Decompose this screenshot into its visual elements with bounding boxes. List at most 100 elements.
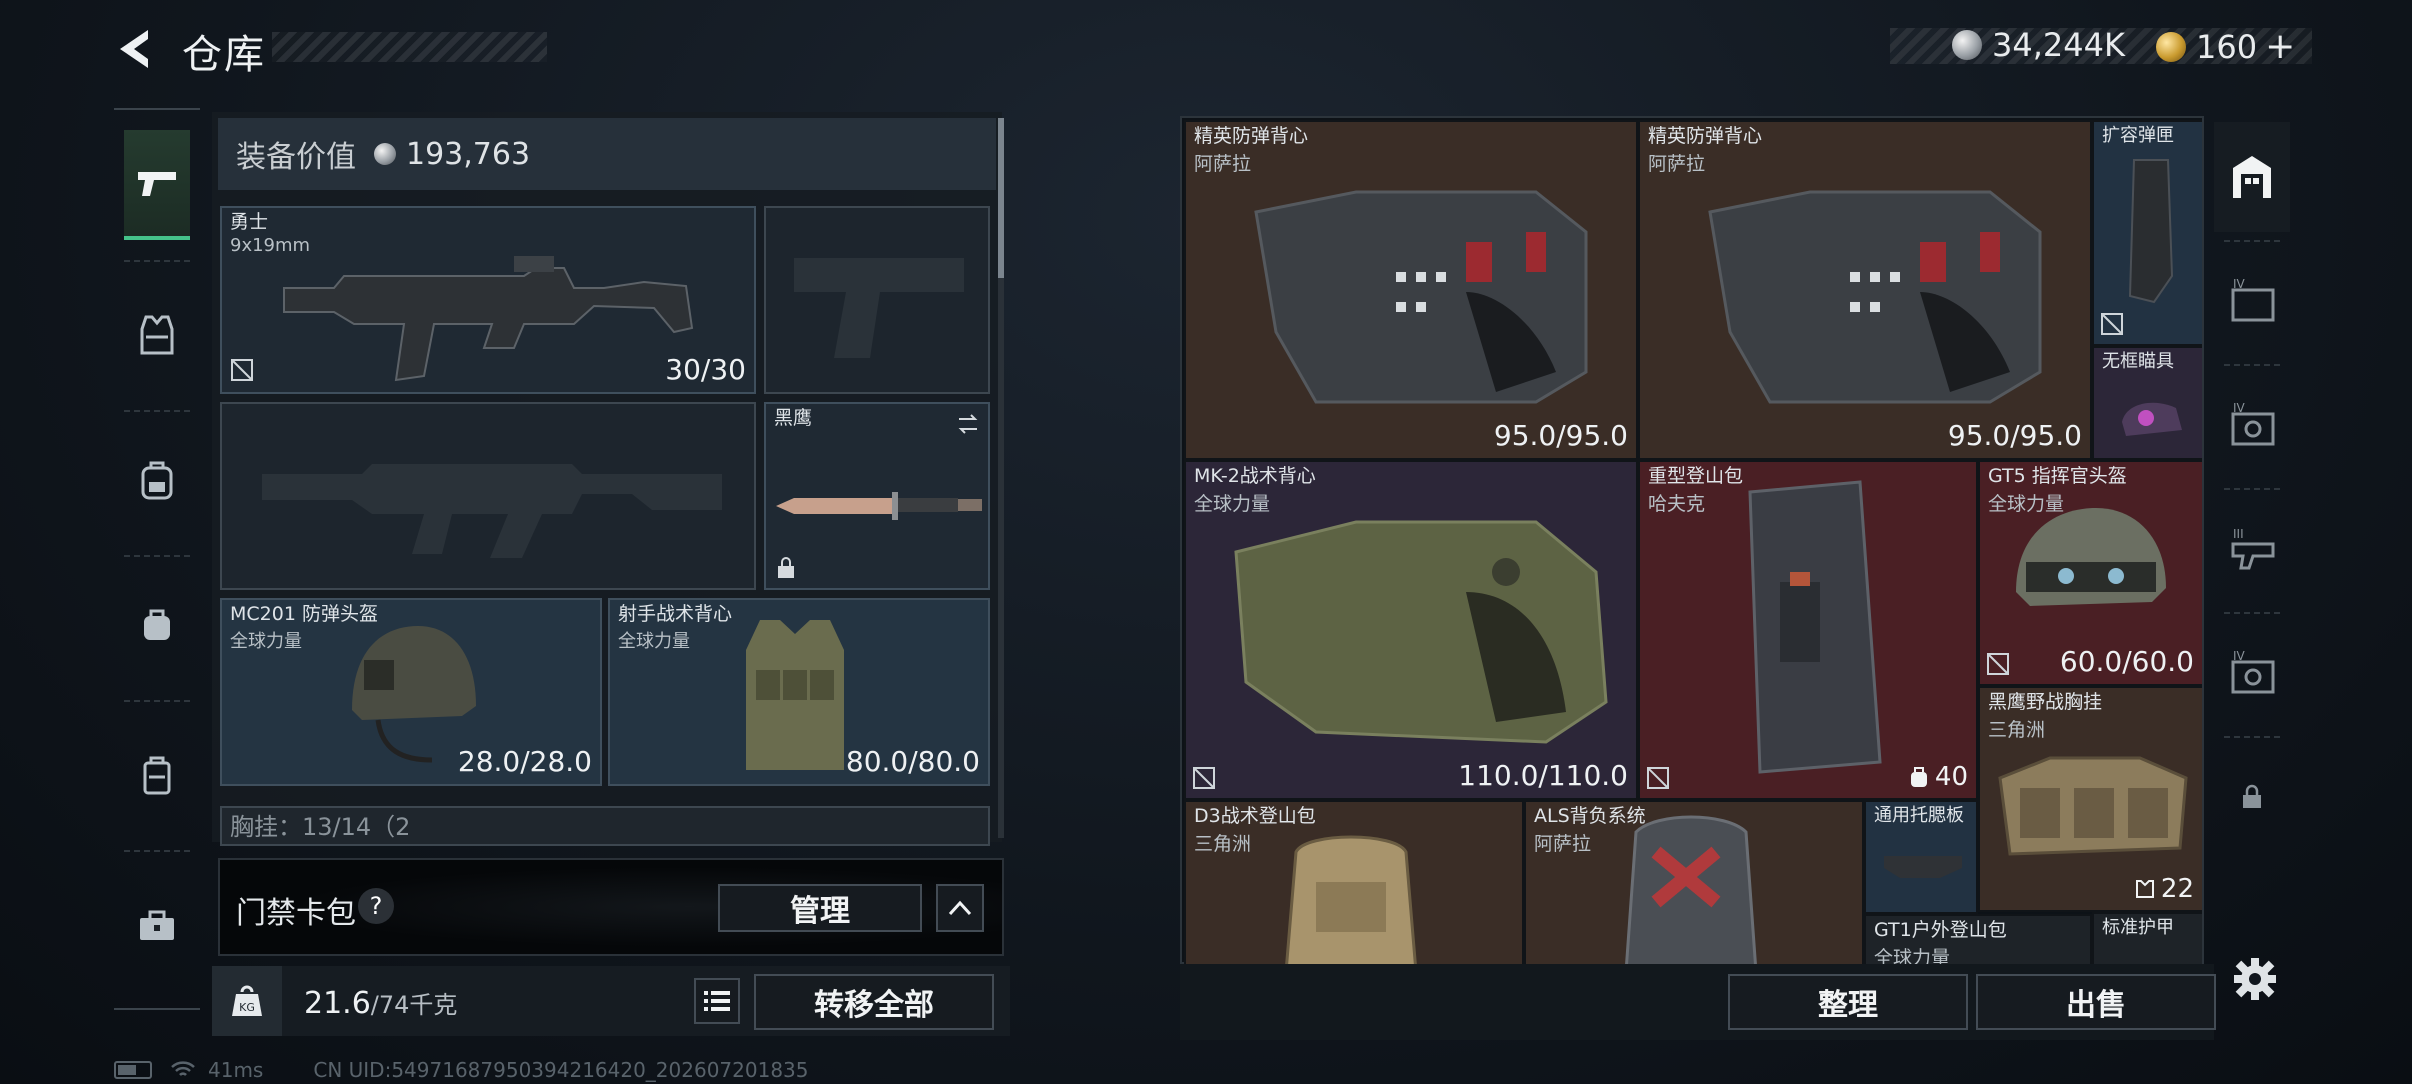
pistol-placeholder-icon	[794, 258, 964, 358]
tab-chest-rig[interactable]	[124, 570, 190, 680]
helmet-slot[interactable]: MC201 防弹头盔 全球力量 28.0/28.0	[220, 598, 602, 786]
stash-item[interactable]: 标准护甲	[2092, 912, 2202, 964]
case-icon	[143, 756, 171, 795]
stash-item[interactable]: 精英防弹背心 阿萨拉 95.0/95.0	[1638, 120, 2092, 460]
sell-button[interactable]: 出售	[1976, 974, 2216, 1030]
knife-image	[776, 492, 982, 520]
stash-item[interactable]: 扩容弹匣	[2092, 120, 2202, 346]
stash-tab-main[interactable]	[2214, 122, 2290, 232]
backpack-image	[1625, 815, 1757, 964]
item-brand: 三角洲	[1194, 833, 1252, 855]
item-name: 黑鹰	[774, 407, 813, 429]
backpack-small-icon	[144, 609, 170, 640]
tab-weapons[interactable]	[124, 130, 190, 240]
tab-vest[interactable]	[124, 280, 190, 390]
stash-item[interactable]: 无框瞄具	[2092, 346, 2202, 460]
loadout-scroll-thumb[interactable]	[998, 118, 1004, 278]
stash-item[interactable]: 重型登山包 哈夫克 40	[1638, 460, 1978, 800]
tab-backpack[interactable]	[124, 425, 190, 535]
stash-item[interactable]: 通用托腮板	[1864, 800, 1978, 914]
status-bar: 41ms CN UID:54971687950394216420_2026072…	[114, 1058, 809, 1082]
stash-tab-5[interactable]: IV	[2214, 618, 2290, 728]
stash-item[interactable]: GT5 指挥官头盔 全球力量 60.0/60.0	[1978, 460, 2202, 686]
collapse-button[interactable]	[936, 884, 984, 932]
swap-icon[interactable]	[956, 412, 980, 436]
stash-iv-icon: IV	[2231, 402, 2275, 446]
gear-icon	[2234, 958, 2276, 1000]
list-icon	[704, 991, 730, 1011]
backpack-capacity-icon	[1910, 767, 1927, 787]
stash-item[interactable]: 黑鹰野战胸挂 三角洲 22	[1978, 686, 2202, 912]
item-name: 黑鹰野战胸挂	[1988, 691, 2103, 713]
page-title: 仓库	[182, 32, 266, 78]
stash-tab-locked[interactable]	[2214, 742, 2290, 852]
svg-text:IV: IV	[2233, 402, 2246, 415]
item-brand: 哈夫克	[1648, 493, 1706, 515]
unmarked-icon	[1193, 767, 1215, 789]
transfer-all-button[interactable]: 转移全部	[754, 974, 994, 1030]
silver-coin-icon	[374, 143, 396, 165]
svg-text:IV: IV	[2233, 278, 2246, 291]
tab-secure-case[interactable]	[124, 720, 190, 830]
item-name: 无框瞄具	[2102, 351, 2174, 372]
stash-item[interactable]: ALS背负系统 阿萨拉	[1524, 800, 1864, 964]
weight-max: /74千克	[370, 991, 458, 1019]
item-name: 精英防弹背心	[1194, 125, 1309, 147]
chest-rig-image	[1998, 756, 2188, 856]
backpack-image	[1748, 480, 1882, 774]
chevron-up-icon	[948, 900, 972, 916]
equipment-value-label: 装备价值	[236, 140, 356, 175]
category-sidebar	[114, 108, 200, 1010]
stash-tab-4[interactable]: III	[2214, 494, 2290, 604]
item-name: GT5 指挥官头盔	[1988, 465, 2127, 487]
item-brand: 全球力量	[230, 631, 302, 652]
unmarked-icon	[2101, 313, 2123, 335]
gold-currency[interactable]: 160 +	[2156, 26, 2295, 67]
item-name: 重型登山包	[1648, 465, 1744, 487]
vest-image	[746, 620, 844, 770]
stash-item[interactable]: MK-2战术背心 全球力量 110.0/110.0	[1184, 460, 1638, 800]
title-decoration	[272, 32, 547, 62]
stash-item[interactable]: D3战术登山包 三角洲	[1184, 800, 1524, 964]
pistol-slot-empty[interactable]	[764, 206, 990, 394]
cheek-rest-image	[1884, 856, 1962, 878]
armor-slot[interactable]: 射手战术背心 全球力量 80.0/80.0	[608, 598, 990, 786]
secondary-weapon-slot-empty[interactable]	[220, 402, 756, 590]
unmarked-icon	[1647, 767, 1669, 789]
item-name: GT1户外登山包	[1874, 919, 2007, 941]
item-name: 通用托腮板	[1874, 805, 1964, 826]
melee-slot[interactable]: 黑鹰	[764, 402, 990, 590]
helmet-image	[2016, 508, 2166, 606]
silver-currency: 34,244K	[1952, 26, 2125, 64]
weight-value: 21.6/74千克	[304, 985, 457, 1021]
add-gold-icon[interactable]: +	[2265, 26, 2295, 67]
sort-button[interactable]: 整理	[1728, 974, 1968, 1030]
tab-toolbox[interactable]	[124, 870, 190, 980]
list-view-button[interactable]	[694, 978, 740, 1024]
uid-text: CN UID:54971687950394216420_202607201835	[313, 1058, 809, 1082]
chest-rig-row[interactable]: 胸挂：13/14（2	[220, 806, 990, 846]
stash-tab-2[interactable]: IV	[2214, 246, 2290, 356]
sight-image	[2122, 402, 2182, 436]
durability: 95.0/95.0	[1947, 419, 2082, 452]
silver-coin-icon	[1952, 30, 1982, 60]
item-brand: 全球力量	[1874, 947, 1951, 964]
armor-vest-image	[1708, 190, 2042, 404]
durability: 80.0/80.0	[845, 745, 980, 778]
stash-tab-3[interactable]: IV	[2214, 370, 2290, 480]
stash-home-icon	[2233, 156, 2271, 198]
item-name: 标准护甲	[2102, 917, 2174, 938]
unmarked-icon	[231, 359, 253, 381]
stash-item[interactable]: GT1户外登山包 全球力量	[1864, 914, 2092, 964]
primary-weapon-slot[interactable]: 勇士 9x19mm 30/30	[220, 206, 756, 394]
manage-button[interactable]: 管理	[718, 884, 922, 932]
settings-button[interactable]	[2232, 956, 2282, 1006]
stash-item[interactable]: 精英防弹背心 阿萨拉 95.0/95.0	[1184, 120, 1638, 460]
capacity: 22	[2135, 874, 2194, 904]
ping-value: 41ms	[208, 1058, 264, 1082]
back-button[interactable]	[112, 26, 162, 72]
help-icon[interactable]: ?	[358, 888, 394, 924]
item-brand: 阿萨拉	[1534, 833, 1592, 855]
durability: 110.0/110.0	[1458, 759, 1628, 792]
lock-icon	[778, 557, 794, 578]
